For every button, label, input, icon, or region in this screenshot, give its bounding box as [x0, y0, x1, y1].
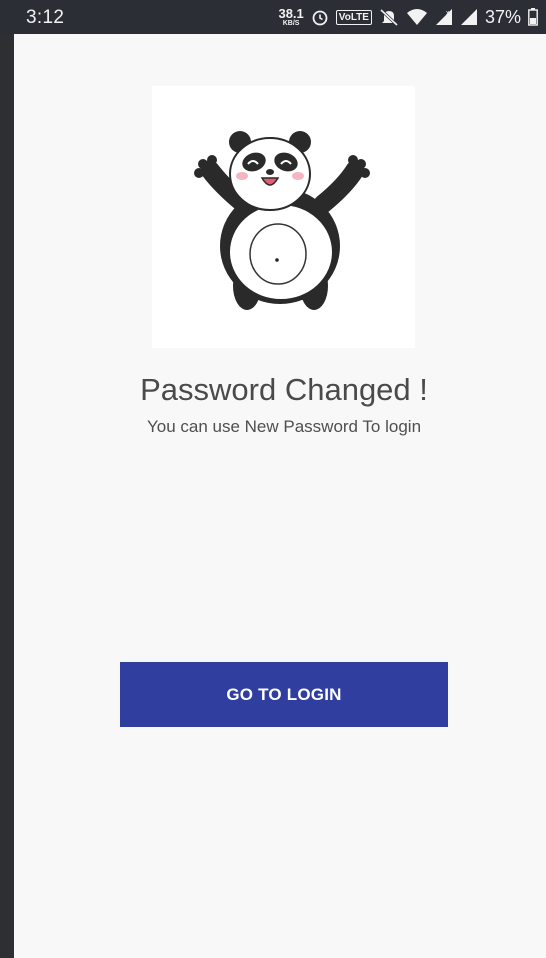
- battery-percent: 37%: [484, 6, 521, 27]
- status-bar: 3:12 38.1 KB/S VoLTE x 37%: [0, 0, 546, 34]
- device-frame: 3:12 38.1 KB/S VoLTE x 37% Password Chan…: [0, 0, 546, 958]
- panda-illustration: [152, 86, 415, 348]
- alarm-icon: [311, 8, 329, 26]
- mute-icon: [379, 8, 399, 26]
- panda-icon: [194, 131, 370, 310]
- net-speed-indicator: 38.1 KB/S: [278, 7, 303, 27]
- net-speed-value: 38.1: [278, 6, 304, 21]
- status-icons: 38.1 KB/S VoLTE x 37%: [278, 4, 538, 30]
- signal-roaming-icon: [460, 8, 478, 26]
- page-title: Password Changed !: [140, 372, 428, 407]
- go-to-login-button[interactable]: GO TO LOGIN: [120, 662, 448, 727]
- battery-icon: [528, 8, 538, 26]
- app-screen: Password Changed ! You can use New Passw…: [14, 34, 546, 958]
- net-speed-unit: KB/S: [282, 20, 300, 27]
- wifi-icon: [406, 8, 428, 26]
- svg-text:x: x: [446, 10, 450, 17]
- status-time: 3:12: [26, 7, 65, 28]
- volte-icon: VoLTE: [335, 9, 372, 25]
- page-subtitle: You can use New Password To login: [146, 417, 422, 436]
- signal-icon: x: [435, 8, 453, 26]
